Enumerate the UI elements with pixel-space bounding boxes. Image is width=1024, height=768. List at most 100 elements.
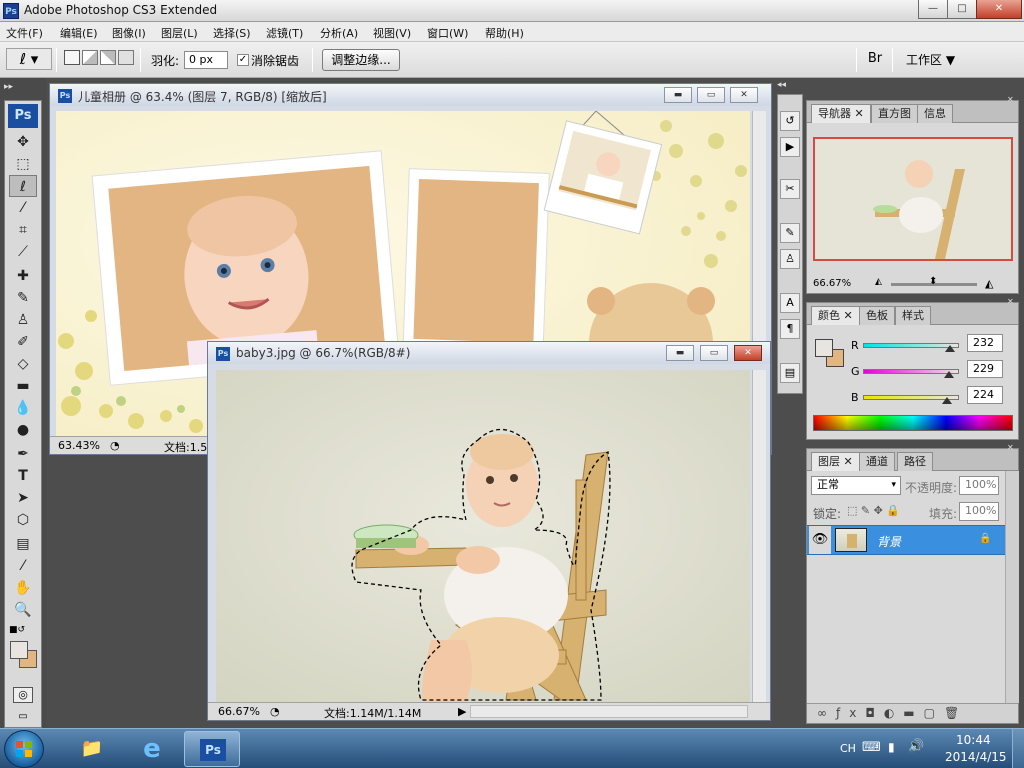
tab-swatches[interactable]: 色板 xyxy=(859,306,895,325)
notes-tool-icon[interactable]: ▤ xyxy=(9,533,37,555)
clock-time[interactable]: 10:44 xyxy=(956,733,991,747)
character-panel-icon[interactable]: A xyxy=(780,293,800,313)
hand-tool-icon[interactable]: ✋ xyxy=(9,577,37,599)
screen-mode-icon[interactable]: ▭ xyxy=(13,711,33,723)
b-channel-input[interactable]: 224 xyxy=(967,386,1003,404)
document-titlebar[interactable]: Ps baby3.jpg @ 66.7%(RGB/8#) ▬ ▭ ✕ xyxy=(208,342,770,364)
baby-photo-canvas[interactable] xyxy=(216,370,750,702)
panel-close-icon[interactable]: ✕ xyxy=(1007,297,1014,306)
dock-collapse-icon[interactable]: ◂◂ xyxy=(777,80,786,90)
network-icon[interactable]: ▮ xyxy=(888,740,895,754)
intersect-selection-icon[interactable] xyxy=(118,50,134,65)
brush-tool-icon[interactable]: ✎ xyxy=(9,287,37,309)
horizontal-scrollbar[interactable] xyxy=(470,705,748,718)
color-spectrum-ramp[interactable] xyxy=(813,415,1013,431)
r-channel-input[interactable]: 232 xyxy=(967,334,1003,352)
r-slider-thumb[interactable] xyxy=(945,345,956,352)
close-button[interactable]: ✕ xyxy=(976,0,1022,19)
zoom-out-icon[interactable]: ◭ xyxy=(875,277,882,287)
lock-icons[interactable]: ⬚ ✎ ✥ 🔒 xyxy=(847,504,900,517)
toolbox-collapse-icon[interactable]: ▸▸ xyxy=(4,82,42,94)
menu-layer[interactable]: 图层(L) xyxy=(161,25,198,41)
subtract-selection-icon[interactable] xyxy=(100,50,116,65)
menu-analysis[interactable]: 分析(A) xyxy=(320,25,358,41)
layer-row-background[interactable]: 👁 背景 🔒 xyxy=(807,525,1005,555)
tool-presets-icon[interactable]: ✂ xyxy=(780,179,800,199)
antialias-checkbox[interactable]: ✓ xyxy=(237,54,249,66)
refine-edge-button[interactable]: 调整边缘... xyxy=(322,49,400,71)
menu-window[interactable]: 窗口(W) xyxy=(427,25,468,41)
marquee-tool-icon[interactable]: ⬚ xyxy=(9,153,37,175)
ime-indicator[interactable]: CH xyxy=(840,742,856,755)
baby-vertical-scrollbar[interactable] xyxy=(752,370,766,702)
doc-close-button[interactable]: ✕ xyxy=(734,345,762,361)
path-selection-tool-icon[interactable]: ➤ xyxy=(9,487,37,509)
zoom-tool-icon[interactable]: 🔍 xyxy=(9,599,37,621)
tab-layers[interactable]: 图层 ✕ xyxy=(811,452,860,471)
magic-wand-tool-icon[interactable]: ⁄ xyxy=(9,197,37,219)
tab-color[interactable]: 颜色 ✕ xyxy=(811,306,860,325)
layer-comps-icon[interactable]: ▤ xyxy=(780,363,800,383)
feather-input[interactable]: 0 px xyxy=(184,51,228,69)
crop-tool-icon[interactable]: ⌗ xyxy=(9,219,37,241)
tab-navigator[interactable]: 导航器 ✕ xyxy=(811,104,871,123)
move-tool-icon[interactable]: ✥ xyxy=(9,131,37,153)
navigator-preview[interactable] xyxy=(813,137,1013,261)
menu-file[interactable]: 文件(F) xyxy=(6,25,43,41)
healing-brush-tool-icon[interactable]: ✚ xyxy=(9,265,37,287)
g-slider-thumb[interactable] xyxy=(944,371,955,378)
explorer-taskbar-icon[interactable]: 📁 xyxy=(64,731,120,767)
shape-tool-icon[interactable]: ⬡ xyxy=(9,509,37,531)
workspace-menu[interactable]: 工作区 ▼ xyxy=(906,51,955,68)
clone-source-icon[interactable]: ♙ xyxy=(780,249,800,269)
eyedropper-tool-icon[interactable]: ⁄ xyxy=(9,555,37,577)
zoom-in-icon[interactable]: ◭ xyxy=(985,277,993,290)
menu-select[interactable]: 选择(S) xyxy=(213,25,251,41)
panel-close-icon[interactable]: ✕ xyxy=(1007,443,1014,452)
start-button[interactable] xyxy=(4,730,44,768)
layers-scrollbar[interactable] xyxy=(1005,471,1019,703)
internet-explorer-icon[interactable]: e xyxy=(124,731,180,767)
maximize-button[interactable]: □ xyxy=(947,0,977,19)
menu-edit[interactable]: 编辑(E) xyxy=(60,25,98,41)
baby-zoom-level[interactable]: 66.67% xyxy=(218,705,260,718)
menu-view[interactable]: 视图(V) xyxy=(373,25,411,41)
tab-channels[interactable]: 通道 xyxy=(859,452,895,471)
tab-styles[interactable]: 样式 xyxy=(895,306,931,325)
layers-list-empty-area[interactable] xyxy=(807,555,1005,703)
album-zoom-level[interactable]: 63.43% xyxy=(58,439,100,452)
menu-image[interactable]: 图像(I) xyxy=(112,25,146,41)
lasso-tool-icon[interactable]: ℓ xyxy=(9,175,37,197)
bridge-icon[interactable]: Br xyxy=(864,48,886,70)
status-menu-icon[interactable]: ◔ xyxy=(270,705,280,718)
history-panel-icon[interactable]: ↺ xyxy=(780,111,800,131)
panel-close-icon[interactable]: ✕ xyxy=(1007,95,1014,104)
document-titlebar[interactable]: Ps 儿童相册 @ 63.4% (图层 7, RGB/8) [缩放后] ▬ ▭ … xyxy=(50,84,771,106)
status-arrow-icon[interactable]: ▶ xyxy=(458,705,466,718)
foreground-color-swatch[interactable] xyxy=(10,641,28,659)
add-selection-icon[interactable] xyxy=(82,50,98,65)
doc-minimize-button[interactable]: ▬ xyxy=(664,87,692,103)
photoshop-taskbar-button[interactable]: Ps xyxy=(184,731,240,767)
navigator-zoom-value[interactable]: 66.67% xyxy=(813,278,851,289)
eye-icon[interactable]: 👁 xyxy=(809,526,831,554)
blend-mode-select[interactable]: 正常 ▾ xyxy=(811,476,901,495)
doc-close-button[interactable]: ✕ xyxy=(730,87,758,103)
layers-footer-buttons[interactable]: ∞ƒx◘◐▬▢🗑 xyxy=(807,703,1018,723)
tab-histogram[interactable]: 直方图 xyxy=(871,104,918,123)
brushes-panel-icon[interactable]: ✎ xyxy=(780,223,800,243)
show-desktop-button[interactable] xyxy=(1012,729,1024,768)
opacity-input[interactable]: 100% xyxy=(959,476,999,495)
tab-info[interactable]: 信息 xyxy=(917,104,953,123)
color-fg-swatch[interactable] xyxy=(815,339,833,357)
status-menu-icon[interactable]: ◔ xyxy=(110,439,120,452)
type-tool-icon[interactable]: T xyxy=(9,465,37,487)
doc-minimize-button[interactable]: ▬ xyxy=(666,345,694,361)
g-channel-input[interactable]: 229 xyxy=(967,360,1003,378)
new-selection-icon[interactable] xyxy=(64,50,80,65)
lasso-tool-preset-icon[interactable]: ℓ ▾ xyxy=(6,48,52,70)
navigator-slider-thumb[interactable]: ⬍ xyxy=(929,276,937,287)
b-slider-thumb[interactable] xyxy=(942,397,953,404)
slice-tool-icon[interactable]: ⟋ xyxy=(9,241,37,263)
clock-date[interactable]: 2014/4/15 xyxy=(945,750,1007,764)
